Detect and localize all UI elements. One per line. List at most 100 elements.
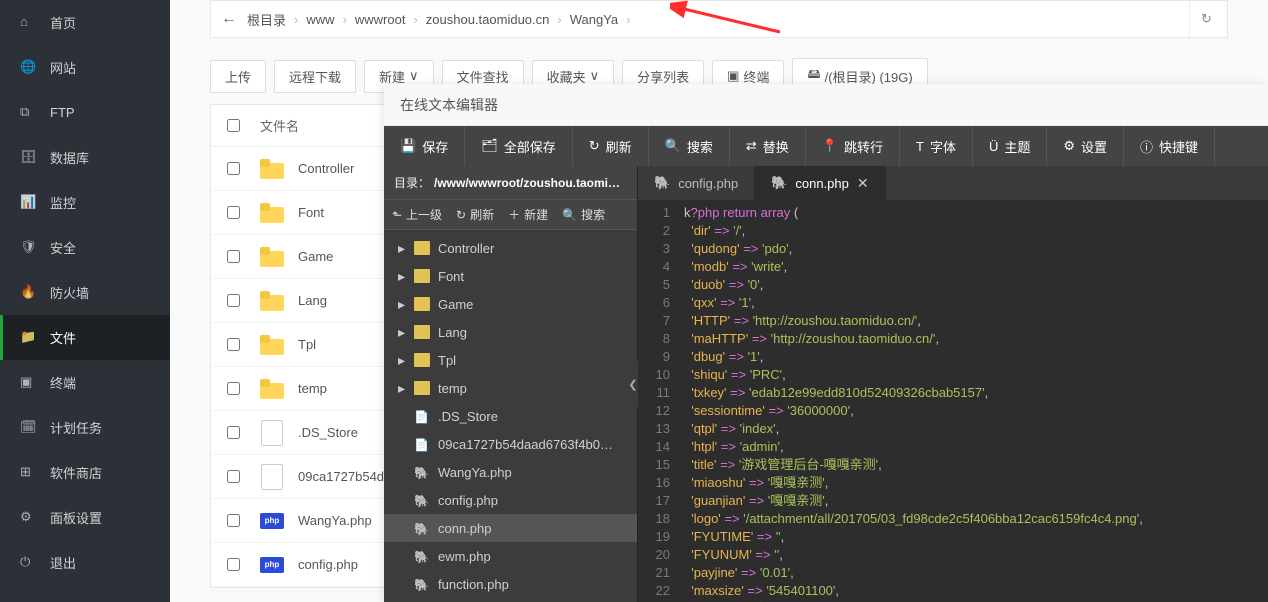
row-checkbox[interactable]	[227, 338, 240, 351]
upload-button[interactable]: 上传	[210, 60, 266, 93]
row-checkbox[interactable]	[227, 382, 240, 395]
ftp-icon: ⧉	[20, 104, 38, 122]
row-checkbox[interactable]	[227, 294, 240, 307]
tree-item[interactable]: ▸Lang	[384, 318, 637, 346]
folder-icon	[260, 245, 284, 269]
source-code: k?php return array ( 'dir' => '/', 'qudo…	[678, 200, 1268, 602]
editor-goto-button[interactable]: 📍跳转行	[806, 126, 900, 166]
tree-refresh-button[interactable]: ↻ 刷新	[456, 206, 494, 223]
replace-icon: ⇄	[746, 138, 757, 154]
editor-shortcut-button[interactable]: ⓘ快捷键	[1124, 126, 1215, 166]
code-editor[interactable]: 1234567891011121314151617181920212223 k?…	[638, 200, 1268, 602]
sidebar-item-store[interactable]: ⊞软件商店	[0, 450, 170, 495]
sidebar-item-home[interactable]: ⌂首页	[0, 0, 170, 45]
row-checkbox[interactable]	[227, 558, 240, 571]
tree-path-value: /www/wwwroot/zoushou.taomi…	[434, 176, 620, 190]
editor-tab[interactable]: 🐘config.php	[638, 166, 755, 200]
tree-new-button[interactable]: ＋ 新建	[508, 206, 548, 223]
sidebar-item-db[interactable]: 🗄数据库	[0, 135, 170, 180]
refresh-button[interactable]: ↻	[1189, 1, 1223, 37]
collapse-handle[interactable]: ❮	[628, 361, 638, 407]
tree-item[interactable]: ▸Controller	[384, 234, 637, 262]
sidebar-label: 安全	[50, 238, 76, 257]
exit-icon: ⏻	[20, 554, 38, 572]
breadcrumb-seg[interactable]: 根目录	[243, 10, 290, 29]
sidebar-item-ftp[interactable]: ⧉FTP	[0, 90, 170, 135]
breadcrumb-segments: 根目录›www›wwwroot›zoushou.taomiduo.cn›Wang…	[243, 10, 635, 29]
row-checkbox[interactable]	[227, 514, 240, 527]
folder-icon	[414, 353, 430, 367]
chevron-right-icon: ›	[553, 12, 565, 27]
editor-theme-button[interactable]: Ü主题	[973, 126, 1047, 166]
row-checkbox[interactable]	[227, 470, 240, 483]
theme-icon: Ü	[989, 139, 998, 154]
caret-icon: ▸	[398, 268, 406, 285]
php-icon: 🐘	[654, 175, 670, 191]
sidebar-item-monitor[interactable]: 📊 监控	[0, 180, 170, 225]
tree-item[interactable]: config.php	[384, 486, 637, 514]
tree-item[interactable]: function.php	[384, 570, 637, 598]
close-icon[interactable]: ✕	[857, 175, 869, 192]
tree-item[interactable]: WangYa.php	[384, 458, 637, 486]
terminal-icon: ▣	[20, 374, 38, 392]
editor-replace-button[interactable]: ⇄替换	[730, 126, 806, 166]
tree-item[interactable]: .DS_Store	[384, 402, 637, 430]
tree-item[interactable]: conn.php	[384, 514, 637, 542]
file-icon	[260, 465, 284, 489]
font-icon: T	[916, 139, 924, 154]
editor-font-button[interactable]: T字体	[900, 126, 973, 166]
editor-tab[interactable]: 🐘conn.php✕	[755, 166, 885, 200]
tree-item-label: Game	[438, 297, 473, 312]
chevron-right-icon: ›	[339, 12, 351, 27]
sidebar-item-files[interactable]: 📁文件	[0, 315, 170, 360]
breadcrumb-seg[interactable]: zoushou.taomiduo.cn	[422, 12, 554, 27]
editor-save-button[interactable]: 💾保存	[384, 126, 465, 166]
breadcrumb-seg[interactable]: wwwroot	[351, 12, 410, 27]
shield-icon: 🛡	[20, 239, 38, 257]
caret-icon: ▸	[398, 240, 406, 257]
caret-icon: ▸	[398, 296, 406, 313]
row-checkbox[interactable]	[227, 162, 240, 175]
editor-search-button[interactable]: 🔍搜索	[649, 126, 730, 166]
editor-settings-button[interactable]: ⚙设置	[1047, 126, 1124, 166]
sidebar-label: 文件	[50, 328, 76, 347]
sidebar-item-exit[interactable]: ⏻退出	[0, 540, 170, 585]
back-button[interactable]: ←	[215, 10, 243, 28]
tree-actions: ⬑ 上一级 ↻ 刷新 ＋ 新建 🔍 搜索	[384, 199, 637, 230]
editor-save-all-button[interactable]: 🗂全部保存	[465, 126, 573, 166]
tree-search-button[interactable]: 🔍 搜索	[562, 206, 605, 223]
sidebar-item-site[interactable]: 🌐网站	[0, 45, 170, 90]
row-checkbox[interactable]	[227, 250, 240, 263]
monitor-icon: 📊	[20, 194, 38, 212]
select-all-checkbox[interactable]	[227, 119, 240, 132]
folder-icon	[414, 381, 430, 395]
sidebar-item-settings[interactable]: ⚙面板设置	[0, 495, 170, 540]
tree-item[interactable]: ▸temp	[384, 374, 637, 402]
sidebar-label: 计划任务	[50, 418, 102, 437]
tree-up-button[interactable]: ⬑ 上一级	[392, 206, 442, 223]
tree-item[interactable]: ▸Tpl	[384, 346, 637, 374]
editor-refresh-button[interactable]: ↻刷新	[573, 126, 649, 166]
save-all-icon: 🗂	[481, 138, 498, 154]
folder-icon	[414, 269, 430, 283]
tree-item[interactable]: ewm.php	[384, 542, 637, 570]
file-icon	[414, 437, 430, 451]
home-icon: ⌂	[20, 14, 38, 32]
tree-item[interactable]: ▸Font	[384, 262, 637, 290]
file-name: .DS_Store	[298, 425, 358, 440]
tree-item[interactable]: ▸ Game	[384, 290, 637, 318]
breadcrumb-seg[interactable]: www	[302, 12, 338, 27]
row-checkbox[interactable]	[227, 426, 240, 439]
goto-icon: 📍	[822, 138, 838, 154]
breadcrumb-seg[interactable]: WangYa	[566, 12, 622, 27]
caret-icon: ▸	[398, 352, 406, 369]
sidebar-label: 监控	[50, 193, 76, 212]
sidebar-item-terminal[interactable]: ▣终端	[0, 360, 170, 405]
sidebar-item-cron[interactable]: 🗓计划任务	[0, 405, 170, 450]
remote-download-button[interactable]: 远程下载	[274, 60, 356, 93]
tree-item[interactable]: 09ca1727b54daad6763f4b0…	[384, 430, 637, 458]
tree-path: 目录：/www/wwwroot/zoushou.taomi…	[384, 166, 637, 199]
sidebar-item-security[interactable]: 🛡 安全	[0, 225, 170, 270]
sidebar-item-firewall[interactable]: 🔥防火墙	[0, 270, 170, 315]
row-checkbox[interactable]	[227, 206, 240, 219]
